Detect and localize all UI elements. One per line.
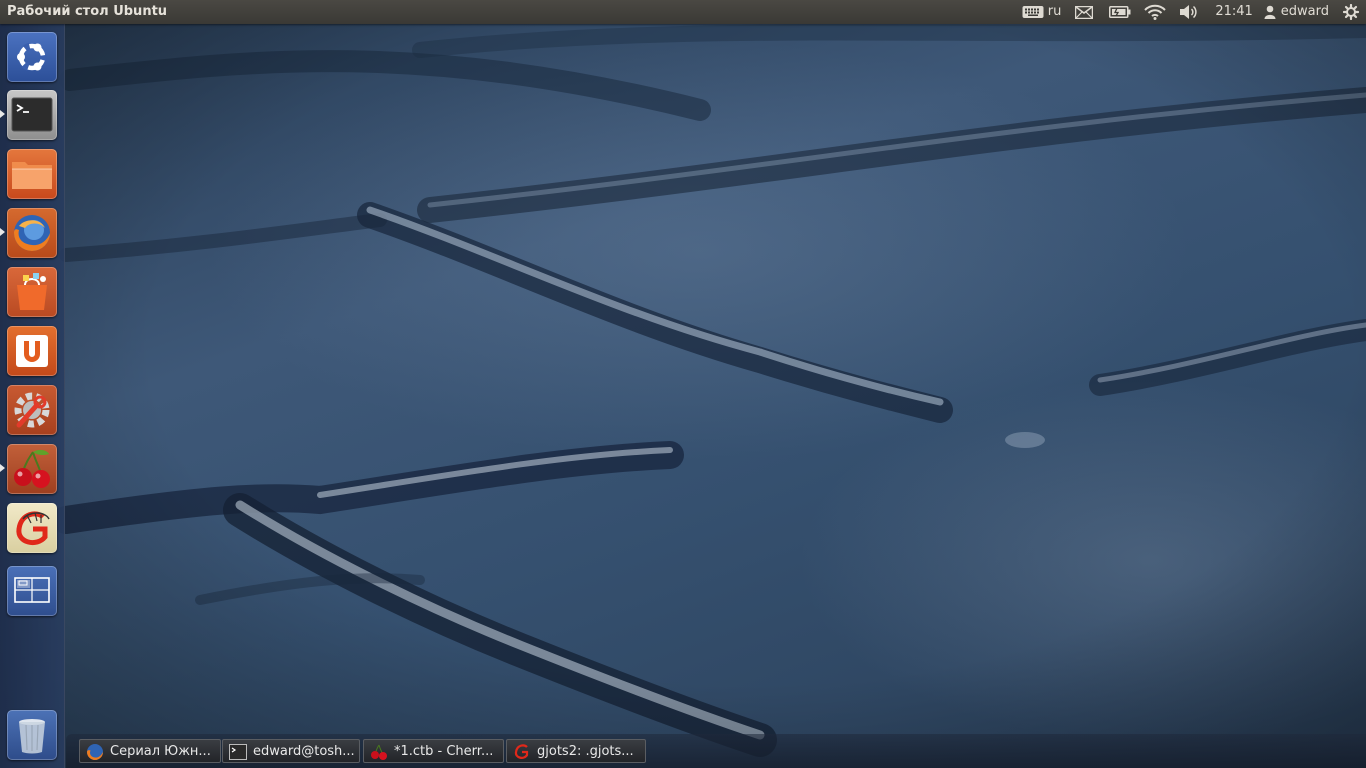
cherrytree-running-pip [0,464,5,472]
taskbar-item-cherrytree[interactable]: *1.ctb - Cherr... [363,739,504,763]
gjots-icon [16,511,50,546]
cherry-icon [371,744,387,760]
taskbar-item-firefox[interactable]: Сериал Южн... [79,739,221,763]
taskbar-item-label: *1.ctb - Cherr... [394,744,494,759]
network-indicator[interactable] [1138,0,1172,24]
taskbar-item-terminal[interactable]: edward@tosh... [222,739,360,763]
indicator-area: ru 21:41 edward [1017,0,1366,24]
shopping-bag-icon [17,273,47,310]
terminal-icon [229,744,247,760]
battery-icon [1109,6,1131,18]
terminal-running-pip [0,110,5,118]
launcher-dash-home[interactable] [7,32,57,82]
firefox-icon [87,744,103,760]
top-panel: Рабочий стол Ubuntu ru 21:41 edward [0,0,1366,24]
taskbar-item-gjots[interactable]: gjots2: .gjots... [506,739,646,763]
gear-icon [1343,4,1359,20]
firefox-running-pip [0,228,5,236]
launcher [0,24,65,768]
firefox-icon [14,215,50,251]
user-indicator[interactable]: edward [1262,0,1335,24]
terminal-icon [11,97,53,132]
user-icon [1264,5,1276,19]
cherry-icon [14,449,50,488]
launcher-software-center[interactable] [7,267,57,317]
keyboard-indicator[interactable]: ru [1017,0,1067,24]
settings-wrench-icon [14,392,50,428]
folder-icon [12,162,52,189]
launcher-cherrytree[interactable] [7,444,57,494]
wifi-icon [1144,4,1167,20]
ubuntu-one-icon [16,335,48,367]
launcher-system-settings[interactable] [7,385,57,435]
launcher-files[interactable] [7,149,57,199]
volume-icon [1180,5,1197,19]
window-title: Рабочий стол Ubuntu [7,4,168,19]
gjots-icon [514,744,529,759]
clock-indicator[interactable]: 21:41 [1206,0,1261,24]
launcher-ubuntu-one[interactable] [7,326,57,376]
battery-indicator[interactable] [1102,0,1138,24]
launcher-firefox[interactable] [7,208,57,258]
taskbar-item-label: edward@tosh... [253,744,355,759]
taskbar-item-label: gjots2: .gjots... [537,744,634,759]
launcher-trash[interactable] [7,710,57,760]
session-indicator[interactable] [1335,0,1366,24]
keyboard-icon [1022,6,1044,18]
messaging-indicator[interactable] [1066,0,1102,24]
clock-label: 21:41 [1215,4,1253,19]
ubuntu-logo-icon [17,42,47,72]
launcher-gjots[interactable] [7,503,57,553]
taskbar-item-label: Сериал Южн... [110,744,211,759]
mail-icon [1075,5,1094,19]
launcher-terminal[interactable] [7,90,57,140]
launcher-workspace-switcher[interactable] [7,566,57,616]
keyboard-layout-label: ru [1047,4,1062,19]
user-name-label: edward [1280,4,1329,19]
workspace-icon [14,577,50,603]
trash-icon [19,719,45,754]
sound-indicator[interactable] [1172,0,1206,24]
desktop-wallpaper [0,0,1366,768]
window-list-panel: Сериал Южн... edward@tosh... *1.ctb - Ch… [66,734,1366,768]
